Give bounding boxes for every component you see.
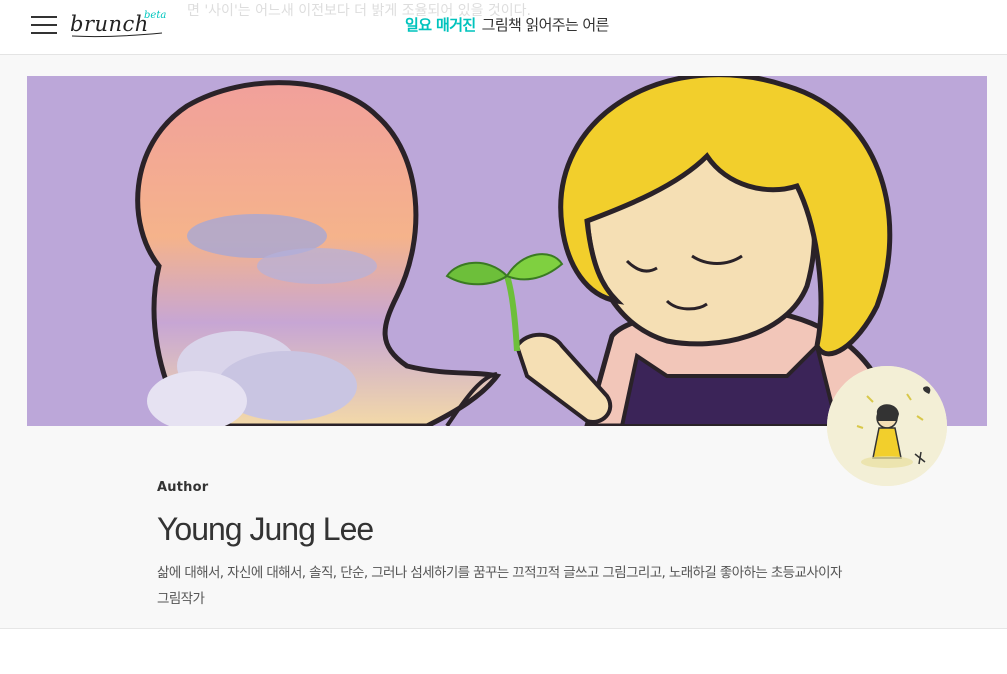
author-label: Author [157, 480, 209, 495]
content-area [0, 629, 1007, 674]
cover-image [27, 76, 987, 426]
logo-underline [71, 32, 163, 38]
author-avatar[interactable] [827, 366, 947, 486]
author-bio: 삶에 대해서, 자신에 대해서, 솔직, 단순, 그러나 섬세하기를 꿈꾸는 끄… [157, 565, 842, 607]
magazine-title[interactable]: 일요 매거진 그림책 읽어주는 어른 [405, 14, 609, 35]
top-header: 면 '사이'는 어느새 이전보다 더 밝게 조율되어 있을 것이다. brunc… [0, 0, 1007, 55]
magazine-book-title[interactable]: 그림책 읽어주는 어른 [482, 16, 610, 34]
hamburger-menu-icon[interactable] [31, 14, 57, 36]
magazine-label[interactable]: 일요 매거진 [405, 16, 476, 34]
cover-illustration [27, 76, 987, 426]
author-profile: Author Young Jung Lee 삶에 대해서, 자신에 대해서, 솔… [157, 480, 857, 612]
brunch-logo[interactable]: brunch beta [70, 10, 170, 40]
author-name[interactable]: Young Jung Lee [157, 511, 857, 548]
avatar-illustration [827, 366, 947, 486]
